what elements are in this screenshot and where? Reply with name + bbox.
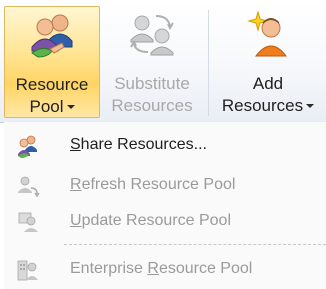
resource-pool-label-line1: Resource [15, 75, 89, 94]
refresh-resource-pool-icon [18, 176, 40, 198]
resource-pool-button[interactable]: Resource Pool [4, 6, 100, 118]
ribbon-group: Resource Pool Substitute Resources Add R… [0, 0, 326, 123]
resource-pool-menu: Share Resources... Refresh Resource Pool… [4, 122, 326, 289]
chevron-down-icon [306, 103, 315, 108]
menu-item-label: Refresh Resource Pool [70, 176, 236, 193]
menu-item-update-resource-pool[interactable]: Update Resource Pool [4, 204, 326, 238]
add-resources-label-line2: Resources [214, 96, 322, 116]
menu-separator [64, 244, 326, 245]
menu-item-enterprise-resource-pool[interactable]: Enterprise Resource Pool [4, 252, 326, 286]
substitute-resources-label-line2: Resources [111, 96, 193, 115]
menu-item-label: Share Resources... [70, 136, 207, 153]
menu-item-share-resources[interactable]: Share Resources... [4, 128, 326, 162]
add-resources-button[interactable]: Add Resources [214, 6, 322, 118]
add-resources-label-line1: Add [252, 74, 284, 93]
update-resource-pool-icon [18, 212, 38, 232]
resource-pool-icon [31, 14, 73, 58]
ribbon-separator [208, 10, 209, 116]
share-resources-icon [18, 135, 37, 158]
add-resources-icon [247, 10, 288, 57]
menu-item-refresh-resource-pool[interactable]: Refresh Resource Pool [4, 168, 326, 202]
menu-item-label: Update Resource Pool [70, 212, 231, 229]
resource-pool-ui: Resource Pool Substitute Resources Add R… [0, 0, 326, 289]
substitute-resources-button[interactable]: Substitute Resources [100, 6, 204, 118]
substitute-resources-label-line1: Substitute [114, 74, 190, 93]
menu-item-label: Enterprise Resource Pool [70, 260, 253, 277]
resource-pool-label-line2: Pool [5, 97, 99, 117]
enterprise-resource-pool-icon [17, 260, 38, 281]
chevron-down-icon [66, 104, 75, 109]
substitute-resources-icon [130, 15, 174, 56]
